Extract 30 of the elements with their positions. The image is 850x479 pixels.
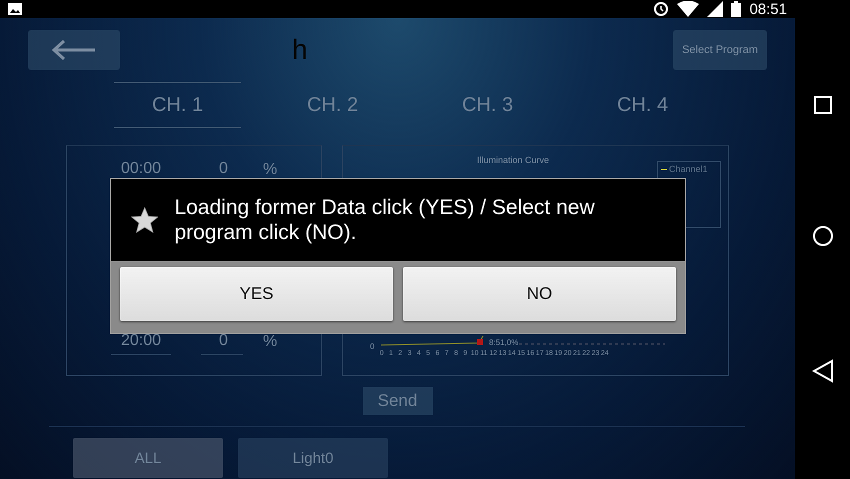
dialog-button[interactable]: NO [403,267,676,321]
star-icon [131,204,158,236]
wifi-icon [677,1,700,17]
percent-unit: % [263,332,278,350]
light-group-button[interactable]: Light0 [238,438,388,478]
light-group-button[interactable]: ALL [73,438,223,478]
percent-unit: % [263,160,278,178]
channel-tab[interactable]: CH. 1 [114,82,241,128]
back-icon[interactable] [812,359,834,384]
marker-label: 8:51,0% [489,338,518,347]
y-axis-label: 0 [370,342,374,351]
dialog-button[interactable]: YES [120,267,393,321]
home-icon[interactable] [812,225,834,248]
status-time: 08:51 [749,0,787,18]
select-program-button[interactable]: Select Program [673,30,767,70]
legend-item: Channel1 [661,164,717,174]
recents-icon[interactable] [814,96,832,114]
back-arrow-icon [51,39,97,61]
battery-icon [731,1,742,17]
alarm-icon [653,1,670,17]
chart-title: Illumination Curve [477,155,550,165]
channel-tab[interactable]: CH. 3 [424,82,551,128]
dialog-message: Loading former Data click (YES) / Select new program click (NO). [174,194,596,246]
image-icon [8,3,22,15]
page-title: h [292,34,309,66]
channel-tab[interactable]: CH. 2 [269,82,396,128]
send-button[interactable]: Send [362,387,432,415]
time-marker [477,339,483,345]
back-button[interactable] [28,30,120,70]
channel-tab[interactable]: CH. 4 [579,82,706,128]
